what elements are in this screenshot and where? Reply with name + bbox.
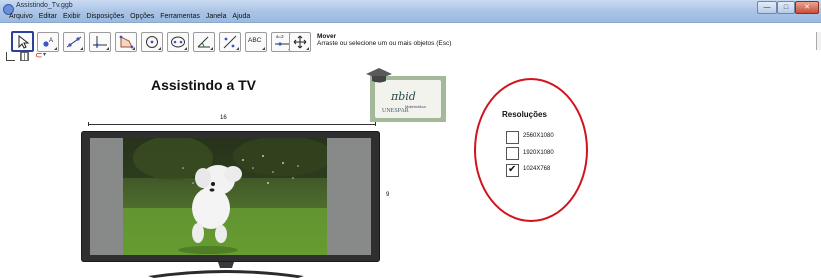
tv-width-dimension-line [88, 124, 376, 125]
toolbar-side-handle[interactable] [816, 32, 821, 50]
circle-tool-button[interactable] [141, 32, 163, 52]
window-title: Assistindo_Tv.ggb [16, 2, 73, 9]
text-tool-button[interactable]: ABC [245, 32, 267, 52]
dimension-tick [88, 122, 89, 126]
magnet-icon[interactable]: ⊂ [35, 50, 43, 61]
cursor-arrow-icon [18, 35, 30, 49]
checkbox-1920x1080[interactable] [506, 147, 519, 160]
active-tool-description: Arraste ou selecione um ou mais objetos … [317, 40, 452, 47]
menu-janela[interactable]: Janela [206, 13, 227, 20]
menu-editar[interactable]: Editar [39, 13, 57, 20]
tv-height-label: 9 [386, 192, 390, 198]
checkmark-icon: ✔ [508, 164, 517, 175]
move-tool-button[interactable] [11, 31, 34, 52]
canvas-title: Assistindo a TV [151, 77, 257, 93]
pibid-logo: πbid Matemática [366, 68, 446, 122]
move-view-tool-button[interactable] [289, 32, 311, 52]
menu-arquivo[interactable]: Arquivo [9, 13, 33, 20]
grid-toggle-icon[interactable] [20, 52, 29, 61]
line-tool-button[interactable] [63, 32, 85, 52]
resolutions-title: Resoluções [502, 110, 547, 119]
tv-stand [148, 262, 304, 278]
checkbox-1024x768[interactable]: ✔ [506, 164, 519, 177]
menu-opcoes[interactable]: Opções [130, 13, 154, 20]
point-tool-button[interactable]: A [37, 32, 59, 52]
pibid-logo-text: πbid [391, 90, 416, 103]
unespar-label: UNESPAR [382, 108, 409, 114]
active-tool-name: Mover [317, 33, 337, 40]
checkbox-label-1920x1080: 1920X1080 [523, 150, 554, 156]
dimension-tick [375, 122, 376, 126]
polygon-tool-button[interactable] [115, 32, 137, 52]
graduation-cap-icon [366, 68, 392, 83]
tv-screen [90, 138, 371, 255]
axes-toggle-icon[interactable] [6, 52, 15, 61]
dog-photo-image [123, 138, 327, 255]
menu-disposicoes[interactable]: Disposições [86, 13, 124, 20]
menu-ajuda[interactable]: Ajuda [232, 13, 250, 20]
conic-tool-button[interactable] [167, 32, 189, 52]
chevron-down-icon[interactable]: ▾ [43, 51, 46, 58]
menu-ferramentas[interactable]: Ferramentas [160, 13, 200, 20]
dog-photo [123, 138, 327, 255]
reflect-tool-button[interactable] [219, 32, 241, 52]
text-tool-label: ABC [248, 37, 262, 44]
svg-text:A: A [49, 38, 53, 44]
tv-frame[interactable] [81, 131, 380, 262]
angle-tool-button[interactable] [193, 32, 215, 52]
menu-exibir[interactable]: Exibir [63, 13, 81, 20]
tv-width-label: 16 [220, 115, 227, 121]
checkbox-2560x1080[interactable] [506, 131, 519, 144]
graphics-view[interactable]: Assistindo a TV πbid Matemática UNESPAR … [0, 64, 821, 278]
slider-tool-label: a=2 [276, 34, 284, 39]
menu-bar: Arquivo Editar Exibir Disposições Opções… [0, 13, 821, 23]
perpendicular-tool-button[interactable] [89, 32, 111, 52]
tool-bar: A ABC a=2 Mover Arraste ou selecione um … [0, 24, 821, 64]
checkbox-label-1024x768: 1024X768 [523, 166, 551, 172]
checkbox-label-2560x1080: 2560X1080 [523, 133, 554, 139]
